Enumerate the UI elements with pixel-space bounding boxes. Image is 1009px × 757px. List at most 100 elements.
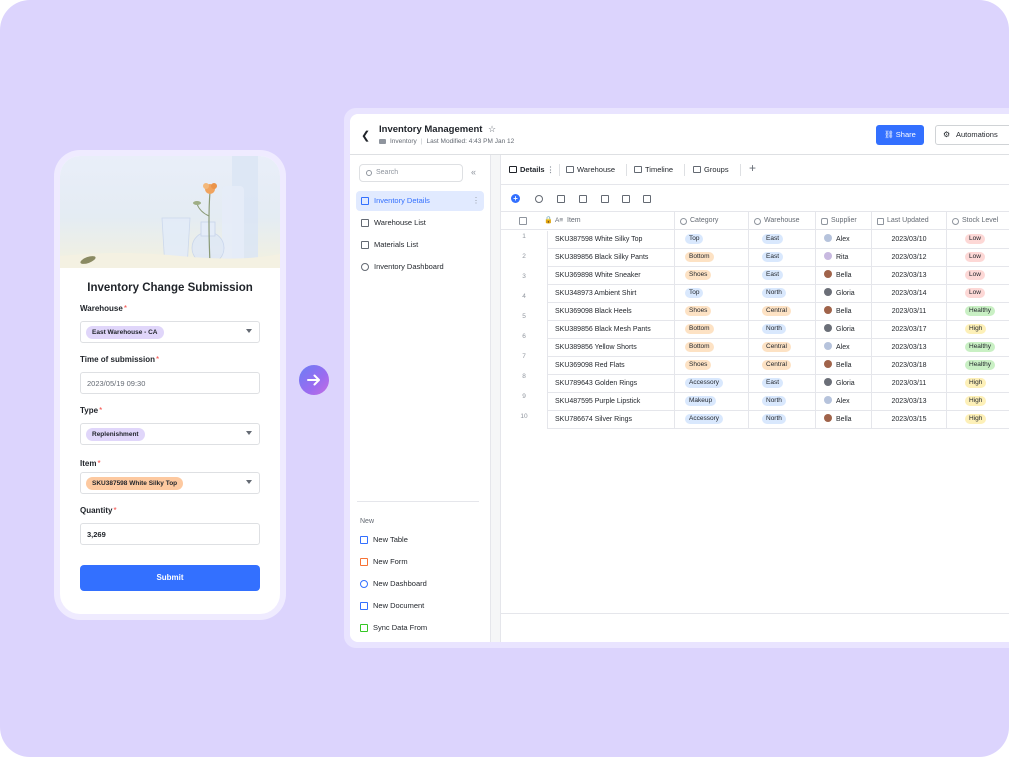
category-cell[interactable]: Shoes — [674, 357, 748, 375]
table-row[interactable]: SKU789643 Golden Rings Accessory East Glori… — [501, 375, 1009, 393]
stock-level-cell[interactable]: Healthy — [946, 303, 1009, 321]
add-view-icon[interactable]: + — [749, 161, 756, 175]
type-select[interactable]: Replenishment — [80, 423, 260, 445]
star-icon[interactable]: ☆ — [488, 124, 496, 135]
breadcrumb-folder[interactable]: Inventory — [390, 138, 417, 145]
column-header-supplier[interactable]: Supplier — [815, 212, 871, 231]
warehouse-cell[interactable]: North — [748, 285, 815, 303]
category-cell[interactable]: Bottom — [674, 339, 748, 357]
row-height-icon[interactable] — [643, 195, 651, 203]
stock-level-cell[interactable]: Healthy — [946, 357, 1009, 375]
category-cell[interactable]: Top — [674, 285, 748, 303]
stock-level-cell[interactable]: High — [946, 411, 1009, 429]
share-button[interactable]: ⛓ Share — [876, 125, 924, 145]
stock-level-cell[interactable]: High — [946, 375, 1009, 393]
tab-warehouse[interactable]: Warehouse — [566, 165, 615, 174]
settings-icon[interactable] — [535, 195, 543, 203]
stock-level-cell[interactable]: High — [946, 321, 1009, 339]
tab-timeline[interactable]: Timeline — [634, 165, 673, 174]
date-cell[interactable]: 2023/03/17 — [871, 321, 946, 339]
warehouse-cell[interactable]: Central — [748, 339, 815, 357]
supplier-cell[interactable]: Rita — [815, 249, 871, 267]
date-cell[interactable]: 2023/03/11 — [871, 303, 946, 321]
supplier-cell[interactable]: Gloria — [815, 285, 871, 303]
sidebar-item-warehouse-list[interactable]: Warehouse List — [356, 213, 484, 233]
new-table-button[interactable]: New Table — [360, 535, 408, 544]
warehouse-cell[interactable]: East — [748, 267, 815, 285]
warehouse-cell[interactable]: Central — [748, 357, 815, 375]
category-cell[interactable]: Accessory — [674, 375, 748, 393]
warehouse-cell[interactable]: East — [748, 231, 815, 249]
stock-level-cell[interactable]: High — [946, 393, 1009, 411]
sidebar-item-inventory-details[interactable]: Inventory Details ⋮ — [356, 191, 484, 211]
table-row[interactable]: SKU369898 White Sneaker Shoes East Bella 202… — [501, 267, 1009, 285]
table-row[interactable]: SKU389856 Yellow Shorts Bottom Central Alex… — [501, 339, 1009, 357]
warehouse-cell[interactable]: East — [748, 375, 815, 393]
date-cell[interactable]: 2023/03/14 — [871, 285, 946, 303]
supplier-cell[interactable]: Gloria — [815, 321, 871, 339]
stock-level-cell[interactable]: Low — [946, 267, 1009, 285]
item-cell[interactable]: SKU387598 White Silky Top — [547, 231, 674, 249]
item-cell[interactable]: SKU369098 Black Heels — [547, 303, 674, 321]
category-cell[interactable]: Top — [674, 231, 748, 249]
stock-level-cell[interactable]: Low — [946, 231, 1009, 249]
supplier-cell[interactable]: Alex — [815, 339, 871, 357]
item-cell[interactable]: SKU389856 Yellow Shorts — [547, 339, 674, 357]
stock-level-cell[interactable]: Low — [946, 285, 1009, 303]
more-icon[interactable]: ⋮ — [472, 191, 480, 211]
quantity-field[interactable]: 3,269 — [80, 523, 260, 545]
collapse-sidebar-icon[interactable]: « — [471, 167, 476, 177]
automations-button[interactable]: ⚙ Automations — [935, 125, 1009, 145]
add-record-icon[interactable]: + — [511, 194, 520, 203]
category-cell[interactable]: Shoes — [674, 303, 748, 321]
tab-details[interactable]: Details ⋮ — [509, 165, 554, 174]
date-cell[interactable]: 2023/03/13 — [871, 339, 946, 357]
date-cell[interactable]: 2023/03/13 — [871, 267, 946, 285]
stock-level-cell[interactable]: Healthy — [946, 339, 1009, 357]
item-cell[interactable]: SKU389856 Black Silky Pants — [547, 249, 674, 267]
date-cell[interactable]: 2023/03/15 — [871, 411, 946, 429]
new-form-button[interactable]: New Form — [360, 557, 408, 566]
new-document-button[interactable]: New Document — [360, 601, 424, 610]
date-cell[interactable]: 2023/03/18 — [871, 357, 946, 375]
filter-icon[interactable] — [579, 195, 587, 203]
warehouse-cell[interactable]: North — [748, 321, 815, 339]
column-header-warehouse[interactable]: Warehouse — [748, 212, 815, 231]
date-cell[interactable]: 2023/03/10 — [871, 231, 946, 249]
item-cell[interactable]: SKU789643 Golden Rings — [547, 375, 674, 393]
supplier-cell[interactable]: Alex — [815, 231, 871, 249]
item-cell[interactable]: SKU369898 White Sneaker — [547, 267, 674, 285]
item-cell[interactable]: SKU786674 Silver Rings — [547, 411, 674, 429]
date-cell[interactable]: 2023/03/12 — [871, 249, 946, 267]
stock-level-cell[interactable]: Low — [946, 249, 1009, 267]
back-icon[interactable]: ❮ — [361, 129, 370, 142]
sync-data-button[interactable]: Sync Data From — [360, 623, 427, 632]
category-cell[interactable]: Bottom — [674, 249, 748, 267]
time-field[interactable]: 2023/05/19 09:30 — [80, 372, 260, 394]
submit-button[interactable]: Submit — [80, 565, 260, 591]
tab-groups[interactable]: Groups — [693, 165, 729, 174]
date-cell[interactable]: 2023/03/11 — [871, 375, 946, 393]
item-select[interactable]: SKU387598 White Silky Top — [80, 472, 260, 494]
category-cell[interactable]: Accessory — [674, 411, 748, 429]
column-header-stock-level[interactable]: Stock Level — [946, 212, 1009, 231]
search-input[interactable]: Search — [359, 164, 463, 182]
new-dashboard-button[interactable]: New Dashboard — [360, 579, 427, 588]
table-row[interactable]: SKU369098 Red Flats Shoes Central Bella 2023… — [501, 357, 1009, 375]
category-cell[interactable]: Bottom — [674, 321, 748, 339]
category-cell[interactable]: Makeup — [674, 393, 748, 411]
more-icon[interactable]: ⋮ — [547, 165, 555, 174]
view-fields-icon[interactable] — [557, 195, 565, 203]
column-header-category[interactable]: Category — [674, 212, 748, 231]
supplier-cell[interactable]: Bella — [815, 303, 871, 321]
table-row[interactable]: SKU487595 Purple Lipstick Makeup North Alex… — [501, 393, 1009, 411]
sort-icon[interactable] — [622, 195, 630, 203]
item-cell[interactable]: SKU487595 Purple Lipstick — [547, 393, 674, 411]
warehouse-cell[interactable]: North — [748, 393, 815, 411]
column-header-item[interactable]: A≡ Item — [547, 212, 674, 231]
table-row[interactable]: SKU389856 Black Mesh Pants Bottom North Glo… — [501, 321, 1009, 339]
supplier-cell[interactable]: Bella — [815, 411, 871, 429]
warehouse-cell[interactable]: East — [748, 249, 815, 267]
supplier-cell[interactable]: Alex — [815, 393, 871, 411]
column-header-last-updated[interactable]: Last Updated — [871, 212, 946, 231]
